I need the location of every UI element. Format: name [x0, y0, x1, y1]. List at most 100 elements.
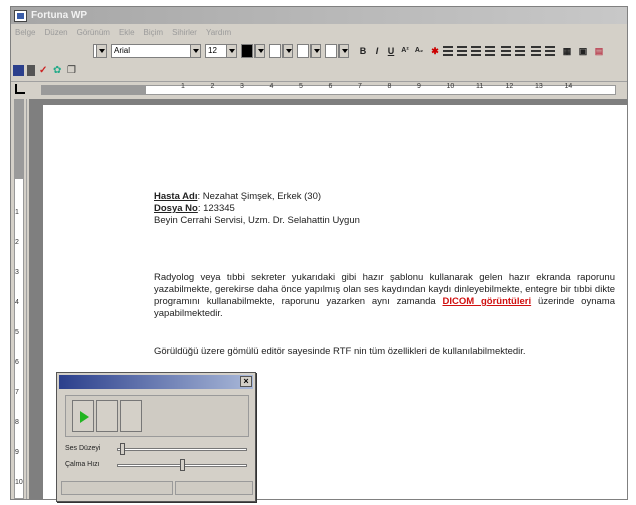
border-swatch[interactable] [297, 44, 309, 58]
file-label: Dosya No [154, 203, 198, 214]
play-button[interactable] [72, 400, 94, 432]
menu-bar: Belge Düzen Görünüm Ekle Biçim Sihirler … [11, 25, 627, 39]
vertical-ruler[interactable]: 1 2 3 4 5 6 7 8 9 10 [11, 99, 27, 499]
ruler-tick: 5 [15, 329, 19, 336]
menu-item-sihirler[interactable]: Sihirler [172, 28, 197, 37]
player-controls [65, 395, 249, 437]
outdent-icon[interactable] [531, 46, 541, 56]
highlight-color-dropdown[interactable] [282, 44, 293, 58]
ruler-tick: 7 [15, 389, 19, 396]
align-justify-icon[interactable] [485, 46, 495, 56]
font-name-value: Arial [114, 46, 131, 55]
menu-item-bicim[interactable]: Biçim [144, 28, 164, 37]
player-title-bar[interactable] [59, 375, 253, 389]
bold-button[interactable]: B [357, 45, 369, 57]
align-right-icon[interactable] [471, 46, 481, 56]
font-size-select[interactable]: 12 [205, 44, 237, 58]
ruler-tick: 6 [15, 359, 19, 366]
ruler-tick: 14 [564, 83, 573, 90]
ruler-tick: 6 [328, 83, 333, 90]
volume-label: Ses Düzeyi [65, 445, 101, 452]
menu-item-belge[interactable]: Belge [15, 28, 35, 37]
dicom-link[interactable]: DICOM görüntüleri [443, 296, 532, 307]
patient-line: Hasta Adı: Nezahat Şimşek, Erkek (30) [154, 191, 574, 203]
file-value: : 123345 [197, 203, 235, 214]
player-status-left [61, 481, 173, 495]
subscript-button[interactable]: A₂ [413, 45, 425, 57]
italic-button[interactable]: I [371, 45, 383, 57]
numbered-list-icon[interactable] [501, 46, 511, 56]
table-icon[interactable]: ▦ [561, 45, 573, 57]
ruler-tick: 13 [535, 83, 543, 90]
style-dropdown[interactable] [93, 44, 107, 58]
speed-label: Çalma Hızı [65, 461, 100, 468]
menu-item-yardim[interactable]: Yardım [206, 28, 231, 37]
title-bar[interactable]: Fortuna WP [11, 7, 627, 24]
ruler-tick: 10 [15, 479, 23, 486]
ruler-tick: 11 [476, 83, 484, 90]
ruler-tick: 4 [269, 83, 274, 90]
border-dropdown[interactable] [310, 44, 321, 58]
font-size-value: 12 [208, 46, 217, 55]
paragraph-2: Görüldüğü üzere gömülü editör sayesinde … [154, 346, 526, 357]
play-icon [80, 411, 89, 423]
paragraph-1: Radyolog veya tıbbi sekreter yukarıdaki … [154, 272, 615, 320]
pause-button[interactable] [96, 400, 118, 432]
patient-label: Hasta Adı [154, 191, 198, 202]
window-title: Fortuna WP [31, 10, 88, 21]
underline-button[interactable]: U [385, 45, 397, 57]
font-name-select[interactable]: Arial [111, 44, 201, 58]
delete-icon[interactable] [27, 65, 35, 76]
close-icon[interactable]: × [240, 376, 252, 387]
audio-player-window: × Ses Düzeyi Çalma Hızı [56, 372, 256, 502]
ruler-tick: 9 [417, 83, 421, 90]
ruler-tick: 8 [387, 83, 392, 90]
indent-icon[interactable] [545, 46, 555, 56]
bullet-list-icon[interactable] [515, 46, 525, 56]
insert-frame-icon[interactable]: ▣ [577, 45, 589, 57]
copy-icon[interactable]: ❐ [67, 65, 78, 76]
format-toolbar: Arial 12 B I U A² A₂ ✱ ▦ ▣ ▤ [11, 42, 627, 62]
ruler-tick: 1 [15, 209, 19, 216]
align-center-icon[interactable] [457, 46, 467, 56]
paragraph-swatch[interactable] [325, 44, 337, 58]
insert-image-icon[interactable]: ✿ [53, 65, 64, 76]
align-left-icon[interactable] [443, 46, 453, 56]
file-line: Dosya No: 123345 [154, 203, 574, 215]
volume-track[interactable] [117, 448, 247, 451]
ruler-tick: 10 [446, 83, 455, 90]
menu-item-gorunum[interactable]: Görünüm [77, 28, 110, 37]
ruler-tick: 3 [15, 269, 19, 276]
ruler-tick: 12 [505, 83, 514, 90]
insert-picture-icon[interactable]: ▤ [593, 45, 605, 57]
patient-value: : Nezahat Şimşek, Erkek (30) [197, 191, 322, 202]
text-color-dropdown[interactable] [254, 44, 265, 58]
paragraph-dropdown[interactable] [338, 44, 349, 58]
tab-selector-icon[interactable] [15, 84, 25, 94]
main-toolbar: ✓ ✿ ❐ [11, 63, 627, 79]
highlight-color-swatch[interactable] [269, 44, 281, 58]
ruler-tick: 9 [15, 449, 19, 456]
ruler-tick: 8 [15, 419, 19, 426]
ruler-tick: 5 [299, 83, 303, 90]
menu-item-ekle[interactable]: Ekle [119, 28, 135, 37]
ruler-tick: 1 [181, 83, 185, 90]
clear-format-icon[interactable]: ✱ [429, 45, 441, 57]
ruler-tick: 2 [210, 83, 215, 90]
department-line: Beyin Cerrahi Servisi, Uzm. Dr. Selahatt… [154, 215, 360, 226]
ruler-tick: 2 [15, 239, 19, 246]
save-icon[interactable] [13, 65, 24, 76]
horizontal-ruler[interactable]: 1 2 3 4 5 6 7 8 9 10 11 12 13 14 [11, 81, 627, 97]
stop-button[interactable] [120, 400, 142, 432]
ruler-tick: 7 [358, 83, 362, 90]
menu-item-duzen[interactable]: Düzen [44, 28, 67, 37]
ruler-tick: 4 [15, 299, 19, 306]
superscript-button[interactable]: A² [399, 45, 411, 57]
player-status-right [175, 481, 253, 495]
app-icon [14, 9, 27, 22]
volume-slider-thumb[interactable] [119, 443, 125, 455]
ruler-tick: 3 [240, 83, 244, 90]
spell-check-icon[interactable]: ✓ [39, 65, 50, 76]
text-color-swatch[interactable] [241, 44, 253, 58]
speed-slider-thumb[interactable] [179, 459, 185, 471]
